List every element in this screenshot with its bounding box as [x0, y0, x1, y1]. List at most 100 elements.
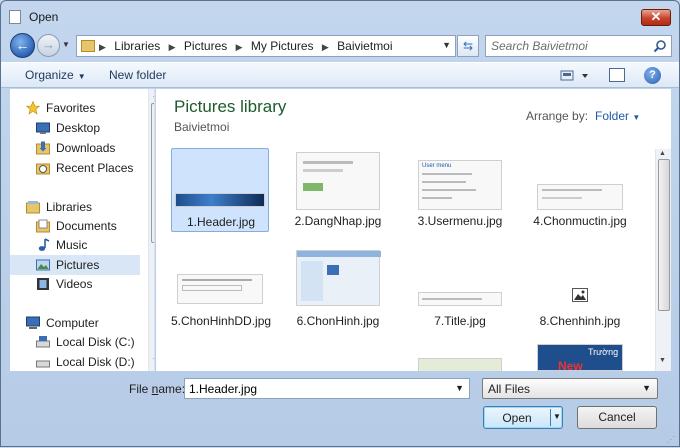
file-thumbnail: Trường New [537, 344, 623, 371]
arrange-by-dropdown[interactable]: Folder ▼ [595, 109, 640, 123]
file-item[interactable]: 5.ChonHinhDD.jpg [171, 248, 271, 332]
open-options-dropdown[interactable]: ▼ [553, 412, 561, 421]
chevron-right-icon[interactable]: ▶ [322, 42, 329, 52]
file-item[interactable] [411, 348, 509, 371]
breadcrumb-libraries[interactable]: Libraries [114, 39, 160, 53]
close-button[interactable]: ✕ [641, 9, 671, 26]
file-list-scrollbar[interactable]: ▲ ▼ [655, 149, 671, 371]
file-item[interactable]: Trường New [531, 344, 629, 371]
scroll-down-icon[interactable]: ▼ [659, 357, 666, 364]
file-name: 4.Chonmuctin.jpg [533, 214, 627, 228]
recent-places-icon [36, 163, 50, 175]
pictures-icon [36, 259, 50, 271]
sidebar-scroll-thumb[interactable] [151, 103, 154, 243]
file-thumbnail [296, 152, 380, 210]
search-icon[interactable] [653, 39, 667, 53]
breadcrumb: ▶ Libraries ▶ Pictures ▶ My Pictures ▶ B… [99, 39, 398, 53]
new-folder-button[interactable]: New folder [109, 68, 166, 82]
split-divider [550, 409, 551, 426]
file-list-scroll-thumb[interactable] [658, 159, 670, 311]
scroll-down-icon[interactable]: ▼ [152, 357, 154, 364]
breadcrumb-my-pictures[interactable]: My Pictures [251, 39, 314, 53]
file-name: 8.Chenhinh.jpg [539, 314, 621, 328]
organize-label: Organize [25, 68, 74, 82]
sidebar-item-pictures[interactable]: Pictures [10, 255, 140, 275]
videos-icon [37, 278, 49, 290]
libraries-icon [26, 201, 40, 214]
file-type-select[interactable]: All Files ▼ [482, 378, 658, 399]
open-button[interactable]: Open ▼ [483, 406, 563, 429]
chevron-down-icon[interactable]: ▼ [455, 383, 464, 393]
chevron-right-icon[interactable]: ▶ [236, 42, 243, 52]
sidebar-item-local-disk-d[interactable]: Local Disk (D:) [10, 352, 140, 371]
libraries-label: Libraries [46, 200, 93, 214]
sidebar-item-desktop[interactable]: Desktop [10, 118, 140, 138]
change-view-button[interactable] [560, 68, 590, 84]
file-item[interactable]: 8.Chenhinh.jpg [531, 248, 629, 332]
organize-button[interactable]: Organize ▼ [25, 68, 86, 82]
sidebar-item-music[interactable]: Music [10, 235, 140, 255]
preview-pane-icon[interactable] [609, 68, 625, 82]
computer-label: Computer [46, 316, 99, 330]
search-box[interactable] [485, 35, 672, 57]
sidebar-item-local-disk-c[interactable]: Local Disk (C:) [10, 332, 140, 352]
scroll-up-icon[interactable]: ▲ [659, 150, 666, 157]
title-bar: Open ✕ [1, 1, 679, 31]
address-bar[interactable]: ▶ Libraries ▶ Pictures ▶ My Pictures ▶ B… [76, 35, 456, 57]
address-dropdown[interactable]: ▼ [442, 40, 451, 50]
file-thumbnail [537, 184, 623, 210]
search-input[interactable] [491, 39, 646, 53]
arrange-by-label: Arrange by: [526, 109, 589, 123]
file-item[interactable]: User menu 3.Usermenu.jpg [411, 148, 509, 232]
resize-grip-icon[interactable]: ⋰ [667, 435, 675, 444]
file-name-combobox[interactable]: ▼ [184, 378, 470, 399]
sidebar-item-favorites[interactable]: Favorites [10, 98, 140, 118]
views-icon [560, 70, 588, 81]
breadcrumb-pictures[interactable]: Pictures [184, 39, 227, 53]
back-button[interactable]: ← [10, 33, 35, 58]
breadcrumb-baivietmoi[interactable]: Baivietmoi [337, 39, 392, 53]
music-label: Music [56, 238, 88, 252]
file-name-input[interactable] [189, 382, 449, 396]
document-icon [9, 10, 21, 24]
open-label: Open [502, 411, 532, 425]
file-item[interactable]: 6.ChonHinh.jpg [289, 248, 387, 332]
disk-drive-icon [36, 360, 50, 368]
file-type-value: All Files [488, 382, 531, 396]
help-icon[interactable]: ? [644, 67, 661, 84]
file-item[interactable]: 2.DangNhap.jpg [289, 148, 387, 232]
sidebar-item-recent-places[interactable]: Recent Places [10, 158, 140, 178]
file-thumbnail [418, 292, 502, 306]
chevron-right-icon[interactable]: ▶ [99, 42, 106, 52]
file-thumbnail [175, 193, 265, 207]
file-item[interactable]: 7.Title.jpg [411, 248, 509, 332]
disk-drive-icon [36, 336, 50, 348]
file-item[interactable]: 1.Header.jpg [171, 148, 269, 232]
sidebar-item-documents[interactable]: Documents [10, 216, 140, 236]
sidebar-item-libraries[interactable]: Libraries [10, 197, 140, 217]
file-name-label-pre: File [129, 382, 152, 396]
open-dialog: Open ✕ ← → ▼ ▶ Libraries ▶ Pictures ▶ My… [0, 0, 680, 447]
cancel-button[interactable]: Cancel [577, 406, 657, 429]
file-name: 2.DangNhap.jpg [294, 214, 382, 228]
folder-icon [81, 40, 95, 52]
file-thumbnail [418, 358, 502, 371]
file-item[interactable]: 4.Chonmuctin.jpg [531, 148, 629, 232]
library-subtitle: Baivietmoi [174, 120, 230, 134]
videos-label: Videos [56, 277, 93, 291]
pictures-label: Pictures [56, 258, 100, 272]
downloads-folder-icon [36, 141, 50, 155]
desktop-icon [36, 122, 50, 134]
recent-pages-dropdown[interactable]: ▼ [62, 40, 72, 50]
sidebar-scrollbar[interactable]: ▲ ▼ [148, 89, 154, 371]
file-thumbnail [177, 274, 263, 304]
sidebar-item-videos[interactable]: Videos [10, 274, 140, 294]
refresh-button[interactable]: ⇆ [457, 35, 479, 57]
sidebar-item-computer[interactable]: Computer [10, 313, 140, 333]
favorites-label: Favorites [46, 101, 96, 115]
scroll-up-icon[interactable]: ▲ [152, 92, 154, 99]
chevron-right-icon[interactable]: ▶ [169, 42, 176, 52]
sidebar-item-downloads[interactable]: Downloads [10, 138, 140, 158]
forward-button[interactable]: → [37, 34, 60, 57]
caret-down-icon: ▼ [632, 113, 641, 122]
